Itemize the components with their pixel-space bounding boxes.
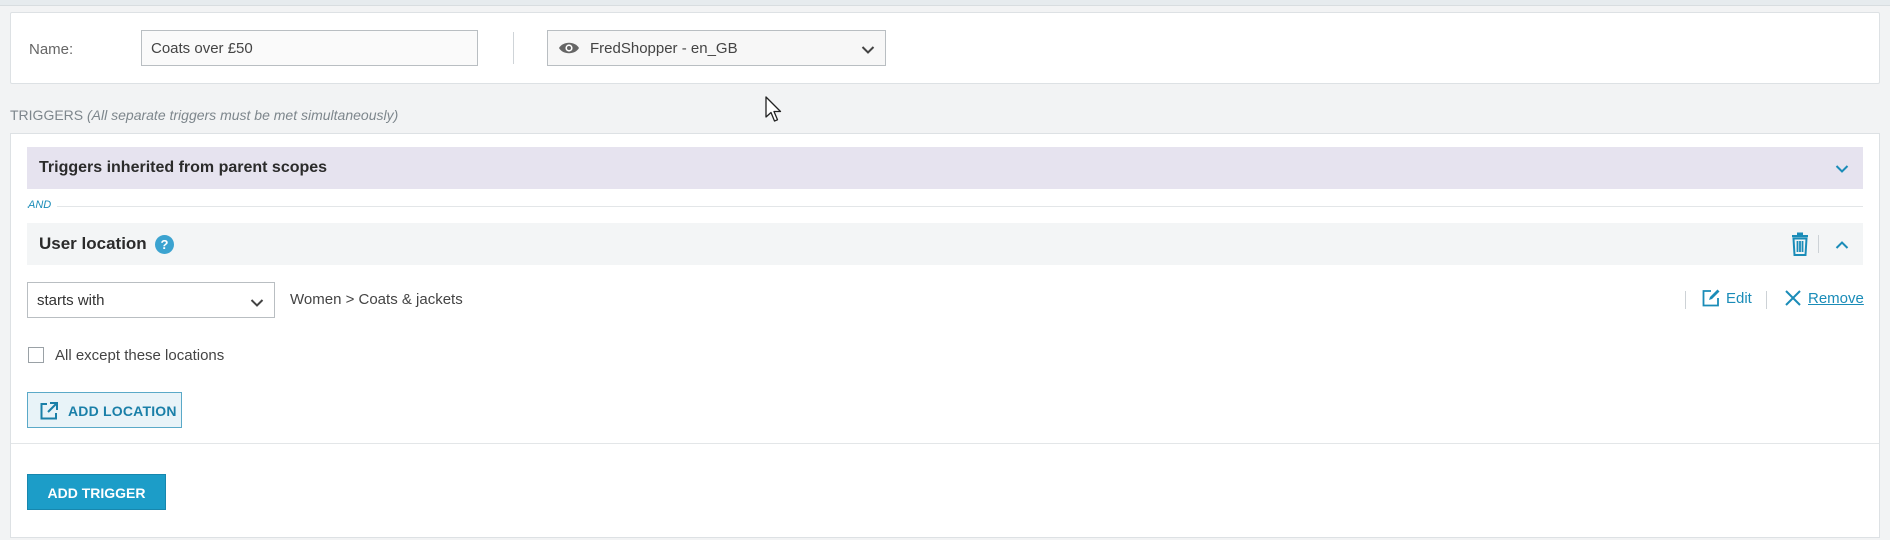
- scope-select[interactable]: FredShopper - en_GB: [547, 30, 886, 66]
- name-panel: Name: FredShopper - en_GB: [10, 12, 1880, 84]
- and-label: AND: [28, 199, 58, 211]
- chevron-down-icon: [861, 42, 875, 60]
- user-location-title: User location: [39, 234, 147, 253]
- add-location-button[interactable]: ADD LOCATION: [27, 392, 182, 428]
- triggers-heading-text: TRIGGERS: [10, 107, 84, 123]
- header-separator: [1818, 235, 1819, 253]
- location-path: Women > Coats & jackets: [290, 291, 463, 308]
- inherited-triggers-toggle[interactable]: Triggers inherited from parent scopes: [27, 147, 1863, 189]
- inherited-triggers-title: Triggers inherited from parent scopes: [39, 159, 328, 176]
- remove-label: Remove: [1808, 290, 1864, 307]
- trash-icon[interactable]: [1791, 232, 1809, 261]
- chevron-down-icon: [250, 295, 264, 313]
- chevron-down-icon: [1835, 161, 1849, 179]
- user-location-header: User location ?: [27, 223, 1863, 265]
- action-separator: [1685, 291, 1686, 309]
- triggers-heading: TRIGGERS (All separate triggers must be …: [10, 107, 398, 123]
- external-link-icon: [39, 401, 59, 426]
- operator-select-value: starts with: [37, 292, 105, 309]
- except-locations-label: All except these locations: [55, 347, 225, 364]
- section-divider: [11, 443, 1879, 444]
- triggers-panel: Triggers inherited from parent scopes AN…: [10, 133, 1880, 538]
- edit-icon: [1701, 288, 1721, 312]
- add-location-label: ADD LOCATION: [68, 403, 177, 419]
- except-locations-checkbox[interactable]: [28, 347, 44, 363]
- scope-select-value: FredShopper - en_GB: [590, 40, 738, 57]
- top-strip: [0, 0, 1890, 6]
- name-label: Name:: [29, 41, 74, 58]
- action-separator: [1766, 291, 1767, 309]
- name-input[interactable]: [141, 30, 478, 66]
- question-icon[interactable]: ?: [155, 235, 174, 254]
- mouse-cursor-icon: [765, 96, 785, 129]
- operator-select[interactable]: starts with: [27, 282, 275, 318]
- and-divider: [27, 206, 1863, 207]
- add-trigger-button[interactable]: ADD TRIGGER: [27, 474, 166, 510]
- chevron-up-icon[interactable]: [1835, 237, 1849, 255]
- add-trigger-label: ADD TRIGGER: [47, 485, 146, 501]
- divider: [513, 32, 514, 64]
- eye-icon: [558, 40, 580, 61]
- close-icon: [1784, 289, 1802, 311]
- edit-label: Edit: [1726, 290, 1752, 307]
- triggers-note: (All separate triggers must be met simul…: [87, 107, 399, 123]
